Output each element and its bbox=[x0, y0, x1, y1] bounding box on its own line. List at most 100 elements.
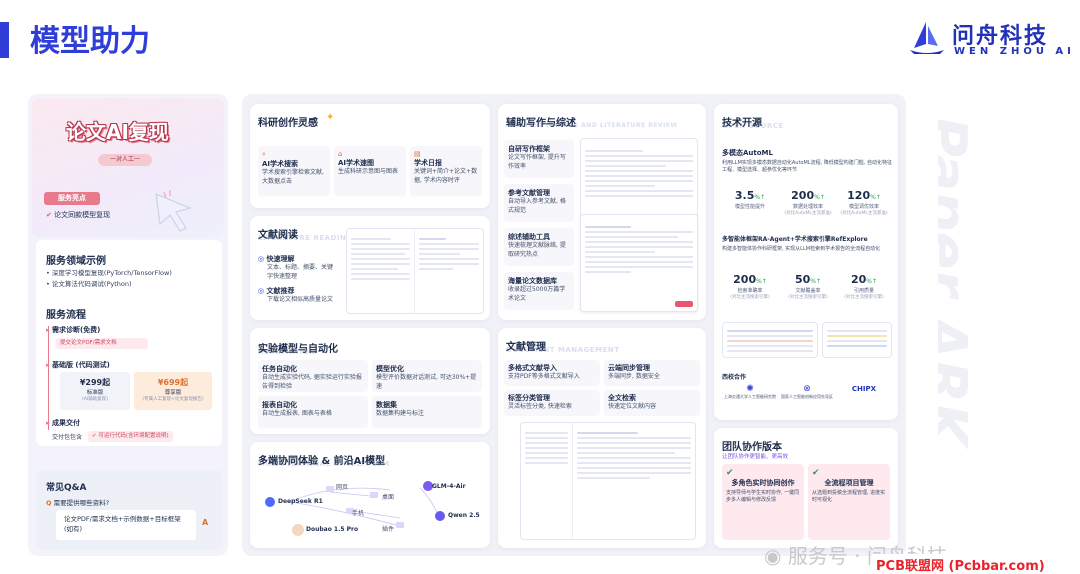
stat-value: 3.5 bbox=[734, 189, 755, 202]
stat-label: 模型调优效率 bbox=[848, 204, 879, 210]
deliver-label: 交付包包含 bbox=[52, 434, 83, 441]
writing-item[interactable]: 参考文献管理 自动导入参考文献, 格式规范 bbox=[504, 184, 574, 222]
writing-item-desc: 快速梳理文献脉络, 提取研究热点 bbox=[508, 242, 566, 258]
partner-name: CHIPX bbox=[851, 385, 877, 393]
up-arrow-icon: %↑ bbox=[810, 278, 822, 285]
docmgmt-title: 文献管理 bbox=[506, 342, 546, 353]
terminal-web: 网页 bbox=[336, 484, 349, 491]
chart-icon: ⌂ bbox=[338, 150, 343, 158]
reading-screenshot bbox=[346, 228, 484, 314]
tech-screenshot-1 bbox=[722, 322, 818, 358]
writing-screenshot-2 bbox=[580, 214, 698, 312]
calendar-icon: ▤ bbox=[414, 150, 421, 158]
send-button[interactable] bbox=[675, 301, 693, 307]
domain-item: • 深度学习模型复现(PyTorch/TensorFlow) bbox=[46, 269, 172, 277]
bullet-icon: ◎ bbox=[258, 287, 265, 295]
team-title: 团队协作版本 bbox=[722, 442, 782, 453]
model-deepseek: DeepSeek R1 bbox=[278, 498, 323, 505]
reading-feature-desc: 下载论文相似高质量论文 bbox=[267, 296, 334, 303]
hero-badge: 论文AI复现 bbox=[66, 120, 169, 144]
experiment-item-title: 报表自动化 bbox=[262, 401, 297, 409]
step-3-label: 成果交付 bbox=[51, 419, 80, 427]
step-3: ▸ 成果交付 bbox=[46, 419, 80, 427]
partners-title: 西校合作 bbox=[722, 374, 747, 381]
price-premium-name: 尊享版 bbox=[164, 390, 182, 396]
process-title: 服务流程 bbox=[46, 310, 86, 321]
experiment-item-desc: 自动生成报表, 图表与表格 bbox=[262, 410, 332, 417]
reading-feature: ◎ 快速理解 文本、标题、摘要、关键字快速整理 bbox=[258, 254, 336, 281]
reading-feature-desc: 文本、标题、摘要、关键字快速整理 bbox=[267, 264, 334, 280]
writing-title: 辅助写作与综述 bbox=[506, 118, 576, 129]
docmgmt-item[interactable]: 全文检索 快速定位文献内容 bbox=[604, 390, 700, 416]
stat-label: 文献覆盖率 bbox=[795, 288, 821, 294]
stat-note: (对比主流搜索引擎) bbox=[844, 295, 884, 300]
terminal-desktop: 桌面 bbox=[382, 494, 395, 501]
wechat-icon: ◉ bbox=[764, 544, 782, 568]
experiment-item[interactable]: 任务自动化 自动生成实验代码, 据实验运行实验报告得到检验 bbox=[258, 360, 368, 392]
team-item-title: 多角色实时协同创作 bbox=[731, 479, 795, 487]
writing-item-desc: 收录超过5000万篇学术论文 bbox=[508, 286, 566, 302]
writing-item-desc: 论文写作框架, 提升写作效率 bbox=[508, 154, 566, 170]
team-item[interactable]: ✔ 全流程项目管理 从选题到投稿全流程管理, 进度实时可视化 bbox=[808, 464, 890, 540]
docmgmt-item[interactable]: 多格式文献导入 支持PDF等多格式文献导入 bbox=[504, 360, 600, 386]
partner-logo: ⊗ 国家人工智能创新应用先导区 bbox=[779, 384, 835, 400]
stat-label: 数据处理效率 bbox=[792, 204, 823, 210]
experiment-item[interactable]: 数据集 数据集构建与标注 bbox=[372, 396, 482, 428]
tech-title: 技术开源 bbox=[722, 118, 762, 129]
partner-logo: CHIPX bbox=[836, 384, 892, 400]
up-arrow-icon: %↑ bbox=[814, 194, 825, 201]
inspiration-item-desc: 生成科研示意图与图表 bbox=[338, 168, 399, 175]
price-premium[interactable]: ¥699起 尊享版 (专属人工复现+论文复现报告) bbox=[134, 372, 212, 410]
check-icon: ✔ bbox=[812, 468, 820, 478]
experiment-item-title: 数据集 bbox=[376, 401, 397, 409]
writing-item[interactable]: 综述辅助工具 快速梳理文献脉络, 提取研究热点 bbox=[504, 228, 574, 266]
inspiration-item[interactable]: ▤ 学术日报 关键词+简介+论文+数据, 学术内容时评 bbox=[410, 146, 482, 196]
writing-item-title: 综述辅助工具 bbox=[508, 233, 550, 241]
domain-item: • 论文算法代码调试(Python) bbox=[46, 280, 132, 289]
deliver-item-text: 可运行代码(含环境配置说明) bbox=[98, 433, 169, 439]
model-qwen: Qwen 2.5 bbox=[448, 512, 480, 519]
experiment-item-desc: 自动生成实验代码, 据实验运行实验报告得到检验 bbox=[262, 374, 362, 390]
tech-p2-desc: 构建多智能体协作科研框架, 实现从LLM检索到学术报告的全流程自动化 bbox=[722, 246, 881, 252]
docmgmt-item-title: 多格式文献导入 bbox=[508, 364, 557, 372]
qa-answer-marker: A bbox=[202, 518, 209, 527]
hero-badge-sub: 一对人工一 bbox=[98, 154, 152, 166]
reading-feature: ◎ 文献推荐 下载论文相似高质量论文 bbox=[258, 286, 336, 305]
step-1-sub: 提交论文PDF/需求文档 bbox=[56, 338, 148, 349]
docmgmt-item-title: 云端同步管理 bbox=[608, 364, 650, 372]
experiment-item-desc: 模型评价数据对话测试, 可达30%+提速 bbox=[376, 374, 477, 390]
writing-item[interactable]: 海量论文数据库 收录超过5000万篇学术论文 bbox=[504, 272, 574, 310]
qa-question-text: 需要提供哪些资料? bbox=[53, 499, 110, 507]
model-glm: GLM-4-Air bbox=[432, 483, 466, 490]
check-icon: ✔ bbox=[726, 468, 734, 478]
team-item[interactable]: ✔ 多角色实时协同创作 支持导师与学生实时协作, 一键同步多人编辑与修改反馈 bbox=[722, 464, 804, 540]
domain-list: • 深度学习模型复现(PyTorch/TensorFlow) • 论文算法代码调… bbox=[46, 268, 172, 290]
terminal-plugin: 插件 bbox=[382, 526, 395, 533]
docmgmt-item[interactable]: 标签分类管理 灵活标签分类, 快速检索 bbox=[504, 390, 600, 416]
team-subtitle: 让团队协作更智能、更高效 bbox=[722, 454, 789, 460]
price-standard-note: (AI辅助复现) bbox=[82, 397, 108, 402]
price-standard[interactable]: ¥299起 标准版 (AI辅助复现) bbox=[60, 372, 130, 410]
stat-note: (对比主流搜索引擎) bbox=[730, 295, 770, 300]
experiment-item[interactable]: 报表自动化 自动生成报表, 图表与表格 bbox=[258, 396, 368, 428]
step-2: ▸ 基础版 (代码测试) bbox=[46, 361, 110, 369]
side-text-clip: Paper ARK bbox=[938, 108, 998, 548]
inspiration-item-desc: 学术搜索引擎检索文献, 大数据点击 bbox=[262, 169, 324, 185]
partner-name: 上海交通大学人工智能研究院 bbox=[724, 394, 776, 399]
tech-stat: 200%↑ 检索准确率 (对比主流搜索引擎) bbox=[722, 268, 778, 300]
experiment-item[interactable]: 模型优化 模型评价数据对话测试, 可达30%+提速 bbox=[372, 360, 482, 392]
stat-value: 20 bbox=[850, 273, 867, 286]
domain-item-text: 深度学习模型复现(PyTorch/TensorFlow) bbox=[51, 269, 172, 277]
university-seal-icon: ✺ bbox=[746, 384, 754, 394]
domain-item-text: 论文算法代码调试(Python) bbox=[51, 280, 132, 289]
up-arrow-icon: %↑ bbox=[754, 194, 766, 201]
price-premium-value: ¥699起 bbox=[157, 378, 189, 387]
partners-row: ✺ 上海交通大学人工智能研究院 ⊗ 国家人工智能创新应用先导区 CHIPX bbox=[722, 384, 892, 400]
docmgmt-item-desc: 多端同步, 数据安全 bbox=[608, 373, 660, 380]
inspiration-item[interactable]: ⌂ AI学术速图 生成科研示意图与图表 bbox=[334, 146, 406, 196]
writing-item[interactable]: 自研写作框架 论文写作框架, 提升写作效率 bbox=[504, 140, 574, 178]
inspiration-item[interactable]: ⌕ AI学术搜索 学术搜索引擎检索文献, 大数据点击 bbox=[258, 146, 330, 196]
docmgmt-item[interactable]: 云端同步管理 多端同步, 数据安全 bbox=[604, 360, 700, 386]
highlight-item: ✔ 论文同款模型复现 bbox=[46, 210, 110, 220]
tech-stat: 200%↑ 数据处理效率 (对比AutoML主流基准) bbox=[780, 184, 836, 216]
